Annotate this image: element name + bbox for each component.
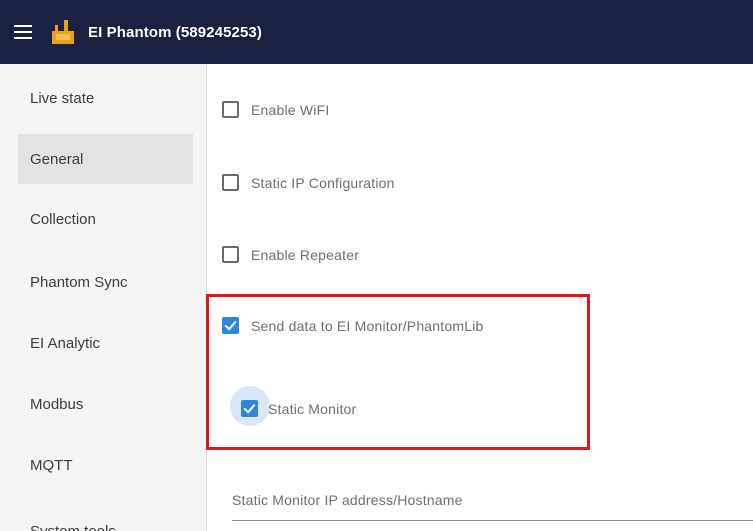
checkbox-box[interactable] [222,101,239,118]
static-ip-configuration-checkbox[interactable]: Static IP Configuration [222,174,395,191]
monitor-address-input[interactable] [232,520,753,521]
sidebar-item-label: Modbus [30,395,84,413]
sidebar-item-label: General [30,150,84,168]
hamburger-menu-icon[interactable] [14,25,32,39]
checkbox-label: Enable WiFI [251,101,330,118]
sidebar-item-collection[interactable]: Collection [18,194,193,244]
sidebar-item-general[interactable]: General [18,134,193,184]
sidebar-item-modbus[interactable]: Modbus [18,379,193,429]
monitor-address-label: Static Monitor IP address/Hostname [232,492,463,508]
checkbox-label: Enable Repeater [251,246,360,263]
sidebar-item-label: MQTT [30,456,73,474]
sidebar-item-mqtt[interactable]: MQTT [18,440,193,490]
app-title: EI Phantom (589245253) [88,23,262,41]
ei-phantom-logo [52,20,74,44]
checkbox-label: Static IP Configuration [251,174,395,191]
sidebar-item-label: System tools [30,522,116,531]
sidebar-item-label: EI Analytic [30,334,101,352]
annotation-highlight-box [206,294,590,450]
sidebar-item-label: Collection [30,210,96,228]
sidebar-item-ei-analytic[interactable]: EI Analytic [18,318,193,368]
top-app-bar: EI Phantom (589245253) [0,0,753,64]
checkbox-box[interactable] [222,246,239,263]
enable-wifi-checkbox[interactable]: Enable WiFI [222,101,329,118]
sidebar-item-label: Live state [30,89,95,107]
sidebar-item-system-tools[interactable]: System tools [18,506,193,531]
sidebar-nav: Live state General Collection Phantom Sy… [0,64,207,531]
sidebar-item-label: Phantom Sync [30,273,128,291]
enable-repeater-checkbox[interactable]: Enable Repeater [222,246,359,263]
sidebar-item-phantom-sync[interactable]: Phantom Sync [18,257,193,307]
sidebar-item-live-state[interactable]: Live state [18,73,193,123]
checkbox-box[interactable] [222,174,239,191]
